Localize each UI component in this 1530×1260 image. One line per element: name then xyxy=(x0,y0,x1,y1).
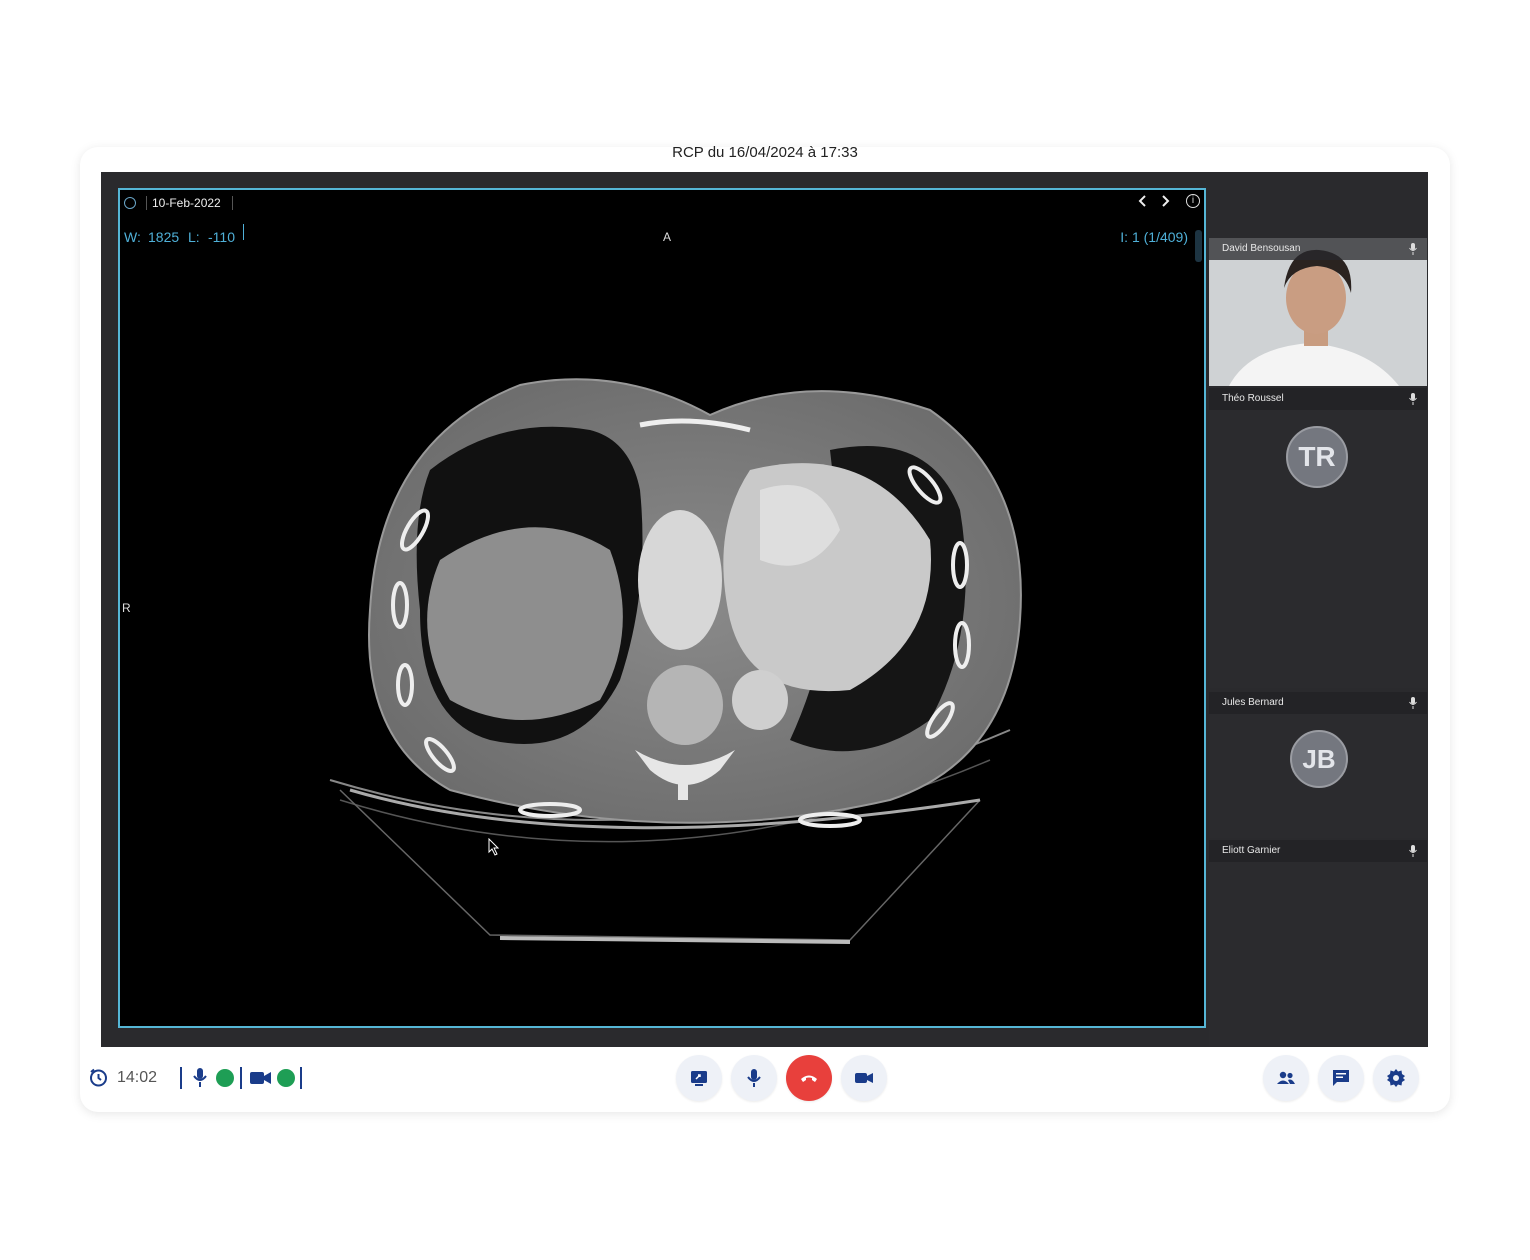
screen-share-button[interactable] xyxy=(676,1055,722,1101)
phone-hangup-icon xyxy=(801,1075,817,1082)
timer-icon xyxy=(90,1068,107,1087)
chevron-right-icon xyxy=(1162,195,1170,207)
image-scrollbar[interactable] xyxy=(1195,230,1202,262)
participant-video xyxy=(1209,238,1427,386)
avatar: TR xyxy=(1286,426,1348,488)
divider xyxy=(243,224,244,240)
chat-icon xyxy=(1333,1070,1349,1086)
participant-name: Eliott Garnier xyxy=(1222,845,1281,856)
participants-button[interactable] xyxy=(1263,1055,1309,1101)
microphone-icon xyxy=(1409,845,1417,857)
level-label: L: xyxy=(188,229,200,245)
dicom-viewport[interactable]: 10-Feb-2022 i W: 1825 L: -110 A I: 1 (1/… xyxy=(118,188,1206,1028)
divider xyxy=(180,1067,182,1089)
divider xyxy=(232,196,233,210)
avatar: JB xyxy=(1290,730,1348,788)
level-value: -110 xyxy=(208,229,235,245)
participant-name: David Bensousan xyxy=(1222,243,1301,254)
mic-status-indicator xyxy=(216,1069,234,1087)
participant-tile[interactable]: Jules Bernard JB xyxy=(1209,692,1427,838)
mouse-cursor-icon xyxy=(488,838,500,856)
gear-icon xyxy=(1387,1069,1405,1087)
microphone-icon xyxy=(1409,697,1417,709)
divider xyxy=(146,196,147,210)
camera-button[interactable] xyxy=(841,1055,887,1101)
hang-up-button[interactable] xyxy=(786,1055,832,1101)
ct-scan-image xyxy=(329,378,1022,944)
screen-share-icon xyxy=(691,1071,707,1086)
people-icon xyxy=(1277,1071,1295,1084)
participant-tile-video[interactable]: David Bensousan xyxy=(1209,238,1427,386)
microphone-icon xyxy=(747,1069,761,1087)
orientation-left: R xyxy=(122,601,131,615)
info-icon[interactable]: i xyxy=(1186,194,1200,208)
divider xyxy=(300,1067,302,1089)
participant-name: Théo Roussel xyxy=(1222,393,1284,404)
microphone-icon xyxy=(193,1068,207,1087)
window-label: W: xyxy=(124,229,141,245)
microphone-icon xyxy=(1409,393,1417,405)
settings-button[interactable] xyxy=(1373,1055,1419,1101)
meeting-title: RCP du 16/04/2024 à 17:33 xyxy=(672,144,858,161)
window-value: 1825 xyxy=(148,229,180,245)
study-date: 10-Feb-2022 xyxy=(152,196,221,210)
next-image-button[interactable] xyxy=(1160,194,1170,213)
participant-name: Jules Bernard xyxy=(1222,697,1284,708)
chevron-left-icon xyxy=(1138,195,1146,207)
orientation-top: A xyxy=(663,230,672,244)
camera-status-indicator xyxy=(277,1069,295,1087)
participant-tile[interactable]: Théo Roussel TR xyxy=(1209,388,1427,688)
divider xyxy=(240,1067,242,1089)
series-selector-icon[interactable] xyxy=(124,197,136,209)
participant-tile[interactable]: Eliott Garnier xyxy=(1209,840,1427,1046)
microphone-button[interactable] xyxy=(731,1055,777,1101)
previous-image-button[interactable] xyxy=(1138,194,1148,213)
participant-namebar: Eliott Garnier xyxy=(1209,840,1427,862)
participant-namebar: Théo Roussel xyxy=(1209,388,1427,410)
chat-button[interactable] xyxy=(1318,1055,1364,1101)
image-index: I: 1 (1/409) xyxy=(1120,229,1188,245)
camera-icon xyxy=(250,1072,271,1084)
participant-namebar: David Bensousan xyxy=(1209,238,1427,260)
participant-namebar: Jules Bernard xyxy=(1209,692,1427,714)
elapsed-time: 14:02 xyxy=(117,1069,158,1086)
microphone-icon xyxy=(1409,243,1417,255)
camera-icon xyxy=(855,1073,873,1083)
